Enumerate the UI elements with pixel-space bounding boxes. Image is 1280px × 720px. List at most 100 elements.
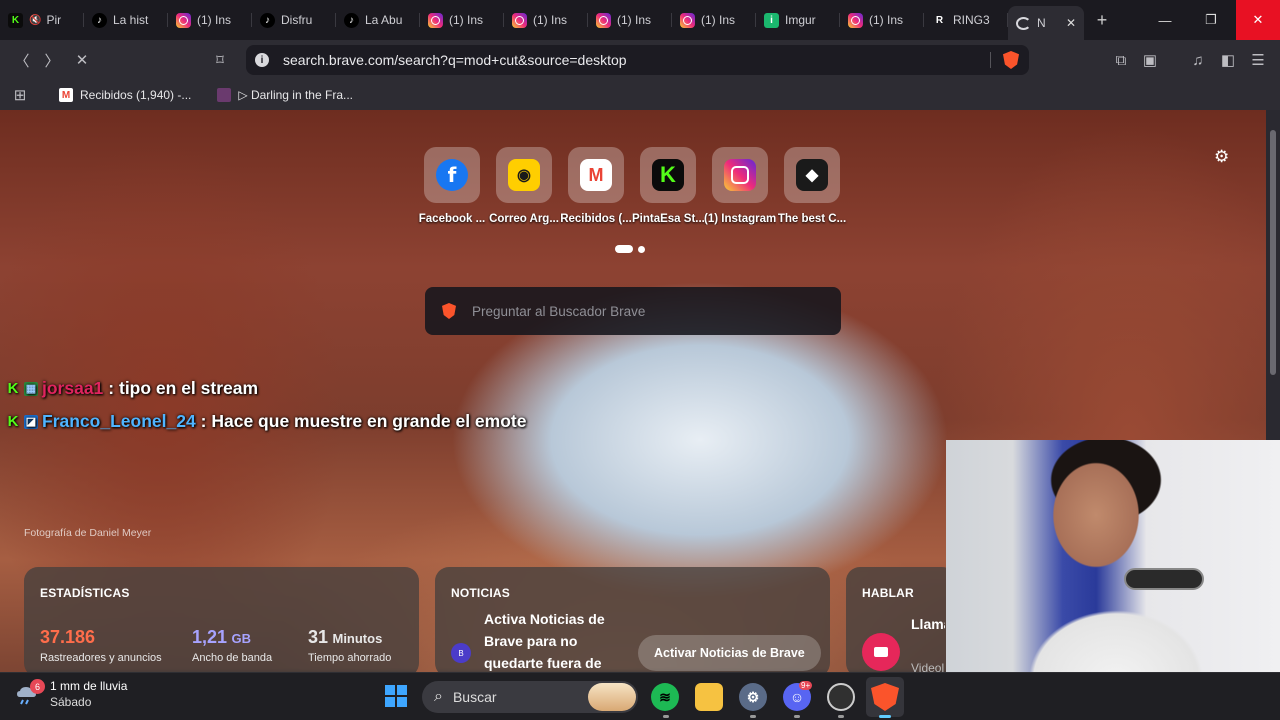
bookmark-icon[interactable]: ⌑	[205, 45, 235, 75]
page-dot[interactable]	[638, 245, 645, 253]
tab[interactable]: K 🔇 Pir	[0, 4, 84, 36]
bookmark-item[interactable]: M Recibidos (1,940) -...	[59, 88, 191, 102]
top-site-tile[interactable]: ◆ The best C...	[776, 147, 848, 225]
minimize-button[interactable]: —	[1142, 0, 1188, 40]
instagram-icon	[428, 12, 443, 28]
new-tab-button[interactable]: +	[1084, 10, 1120, 31]
tab[interactable]: (1) Ins	[672, 4, 756, 36]
tile[interactable]: f	[424, 147, 480, 203]
tile[interactable]	[712, 147, 768, 203]
stat-trackers: 37.186 Rastreadores y anuncios	[40, 627, 162, 664]
search-placeholder[interactable]: Preguntar al Buscador Brave	[472, 304, 645, 319]
ring-icon: R	[932, 12, 947, 28]
brave-shields-icon[interactable]	[1003, 51, 1019, 69]
stat-value: 31	[308, 627, 329, 647]
kick-badge-icon: K	[7, 380, 19, 397]
news-widget: NOTICIAS B Activa Noticias de Brave para…	[435, 567, 830, 677]
tiktok-icon: ♪	[260, 12, 275, 28]
brave-search-box[interactable]: Preguntar al Buscador Brave	[425, 287, 841, 335]
top-site-label: PintaEsa St...	[632, 213, 704, 225]
tab[interactable]: R RING3	[924, 4, 1008, 36]
forward-button[interactable]: 〉	[37, 45, 67, 75]
talk-widget: HABLAR Llama privad Videol	[846, 567, 956, 677]
top-site-tile[interactable]: M Recibidos (...	[560, 147, 632, 225]
tab[interactable]: i Imgur	[756, 4, 840, 36]
site-info-icon[interactable]: i	[255, 53, 269, 67]
windows-start-icon[interactable]	[385, 685, 407, 707]
tab-active[interactable]: N ✕	[1008, 6, 1084, 40]
tab-label: N	[1037, 16, 1046, 30]
back-button[interactable]: 〈	[7, 45, 37, 75]
muted-icon[interactable]: 🔇	[29, 15, 41, 26]
chat-text: : tipo en el stream	[108, 378, 259, 398]
stats-widget: ESTADÍSTICAS 37.186 Rastreadores y anunc…	[24, 567, 419, 677]
maximize-button[interactable]: ❐	[1188, 0, 1234, 40]
apps-grid-icon[interactable]: ⊞	[5, 80, 35, 110]
gmail-icon: M	[59, 88, 73, 102]
chat-username: Franco_Leonel_24	[42, 411, 196, 431]
close-tab-icon[interactable]: ✕	[1066, 16, 1076, 30]
facebook-icon: f	[436, 159, 468, 191]
chat-message: K ◪ Franco_Leonel_24 : Hace que muestre …	[6, 411, 527, 432]
kick-badge-icon: K	[7, 413, 19, 430]
tab[interactable]: ♪ La Abu	[336, 4, 420, 36]
top-site-tile[interactable]: (1) Instagram	[704, 147, 776, 225]
tab[interactable]: (1) Ins	[840, 4, 924, 36]
stat-bandwidth: 1,21 GB Ancho de banda	[192, 627, 272, 664]
top-site-tile[interactable]: K PintaEsa St...	[632, 147, 704, 225]
tab[interactable]: ♪ La hist	[84, 4, 168, 36]
tab[interactable]: ♪ Disfru	[252, 4, 336, 36]
menu-icon[interactable]: ☰	[1243, 45, 1273, 75]
sidebar-icon[interactable]: ◧	[1213, 45, 1243, 75]
tile[interactable]: M	[568, 147, 624, 203]
scrollbar-thumb[interactable]	[1270, 130, 1276, 375]
webcam-overlay	[946, 440, 1280, 672]
extensions-icon[interactable]: ⧉	[1106, 45, 1136, 75]
tile[interactable]: ◆	[784, 147, 840, 203]
gmail-icon: M	[580, 159, 612, 191]
spotify-icon[interactable]: ≋	[651, 683, 679, 711]
divider	[990, 52, 991, 68]
top-site-tile[interactable]: f Facebook ...	[416, 147, 488, 225]
subscriber-badge-icon: ▦	[24, 381, 38, 396]
bookmark-item[interactable]: ▷ Darling in the Fra...	[217, 88, 353, 102]
tab-label: (1) Ins	[533, 13, 568, 27]
tab[interactable]: (1) Ins	[504, 4, 588, 36]
weather-widget[interactable]: 6 1 mm de lluvia Sábado	[14, 679, 127, 709]
tab[interactable]: (1) Ins	[588, 4, 672, 36]
video-call-icon[interactable]	[862, 633, 900, 671]
media-icon[interactable]: ♫	[1183, 45, 1213, 75]
top-site-label: Recibidos (...	[560, 213, 632, 225]
page-dot-active[interactable]	[615, 245, 633, 253]
photo-credit[interactable]: Fotografía de Daniel Meyer	[24, 527, 151, 539]
running-indicator	[838, 715, 844, 718]
activate-news-button[interactable]: Activar Noticias de Brave	[638, 635, 821, 671]
taskbar-search-placeholder: Buscar	[452, 689, 497, 705]
settings-gear-icon[interactable]: ⚙	[1214, 147, 1229, 167]
close-window-button[interactable]: ✕	[1236, 0, 1280, 40]
page-dots[interactable]	[615, 245, 645, 253]
url-text[interactable]: search.brave.com/search?q=mod+cut&source…	[283, 52, 627, 68]
video-thumb-icon	[217, 88, 232, 102]
instagram-icon	[512, 12, 527, 28]
subscriber-badge-icon: ◪	[24, 414, 38, 429]
weather-text: 1 mm de lluvia	[50, 679, 128, 693]
brave-lion-icon	[442, 303, 456, 319]
obs-icon[interactable]	[827, 683, 855, 711]
tile[interactable]: K	[640, 147, 696, 203]
taskbar-search[interactable]: ⌕ Buscar	[422, 681, 638, 713]
tab-label: Disfru	[281, 13, 313, 27]
top-site-tile[interactable]: ◉ Correo Arg...	[488, 147, 560, 225]
address-bar[interactable]: i search.brave.com/search?q=mod+cut&sour…	[246, 45, 1029, 75]
file-explorer-icon[interactable]	[695, 683, 723, 711]
wallet-icon[interactable]: ▣	[1135, 45, 1165, 75]
tab-label: (1) Ins	[197, 13, 232, 27]
tiktok-icon: ♪	[92, 12, 107, 28]
steam-icon[interactable]: ⚙	[739, 683, 767, 711]
tab[interactable]: (1) Ins	[420, 4, 504, 36]
tab[interactable]: (1) Ins	[168, 4, 252, 36]
chat-text: : Hace que muestre en grande el emote	[200, 411, 527, 431]
stop-button[interactable]: ✕	[67, 45, 97, 75]
news-title: NOTICIAS	[451, 586, 510, 600]
tile[interactable]: ◉	[496, 147, 552, 203]
